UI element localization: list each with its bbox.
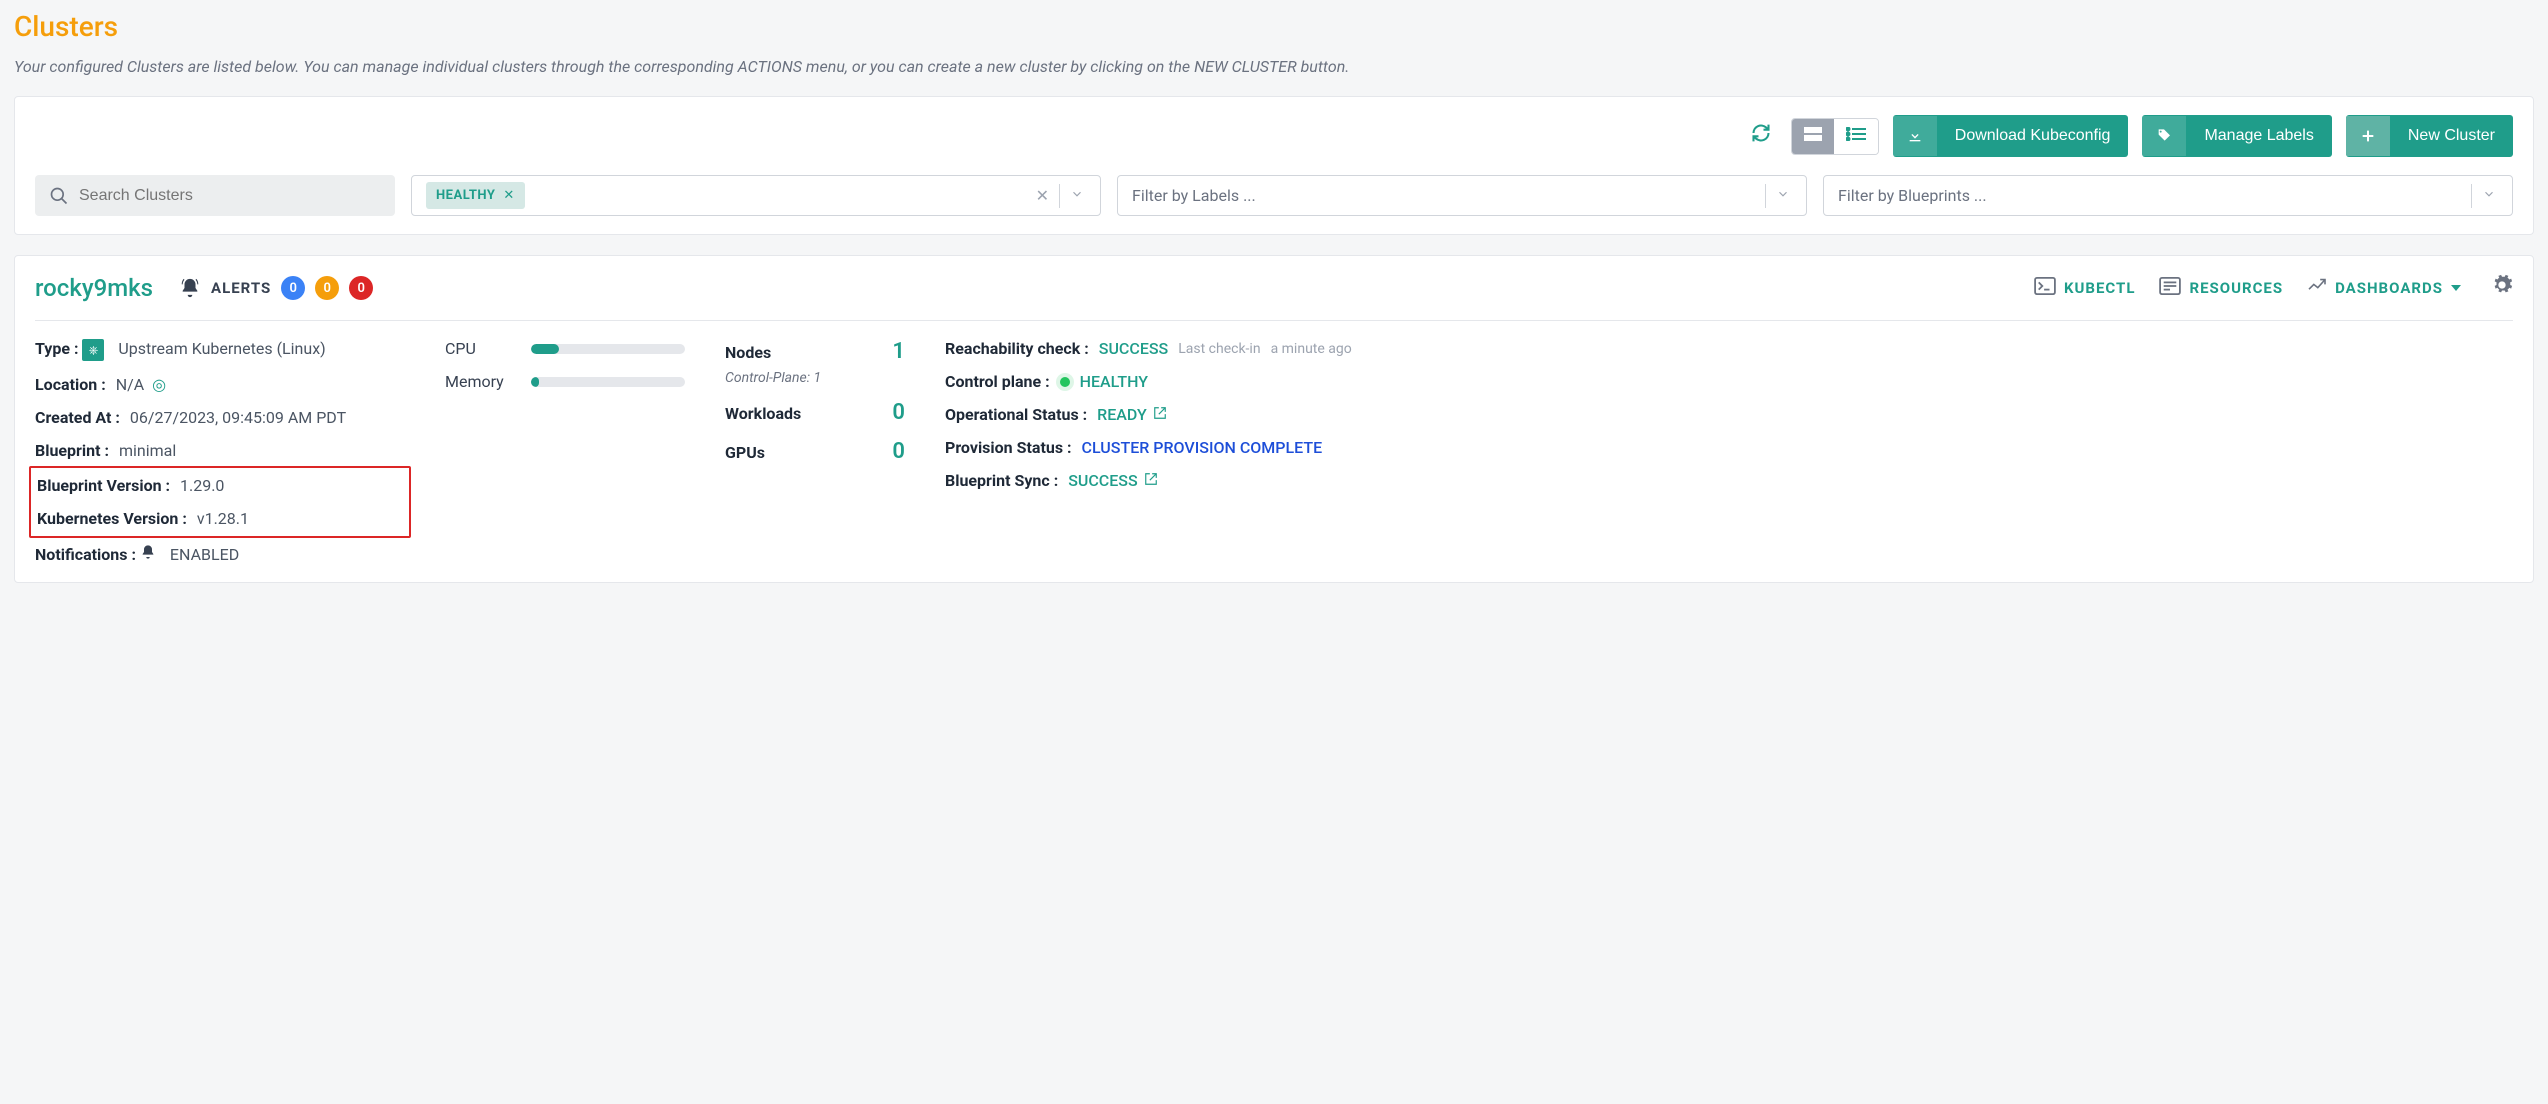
reachability-row: Reachability check : SUCCESS Last check-… <box>945 339 2513 358</box>
alerts-label: ALERTS <box>211 279 271 297</box>
blueprint-version-row: Blueprint Version : 1.29.0 <box>37 476 403 495</box>
chevron-down-icon <box>1776 187 1790 201</box>
control-plane-row: Control plane : HEALTHY <box>945 372 2513 391</box>
provision-status-row: Provision Status : CLUSTER PROVISION COM… <box>945 438 2513 457</box>
alerts-group: ALERTS 0 0 0 <box>179 276 373 300</box>
chart-icon <box>2307 278 2327 294</box>
list-box-icon <box>2159 277 2181 295</box>
page-title: Clusters <box>14 10 2534 43</box>
blueprints-filter-placeholder: Filter by Blueprints ... <box>1838 186 1987 205</box>
status-dot-icon <box>1060 377 1070 387</box>
blueprint-sync-row: Blueprint Sync : SUCCESS <box>945 471 2513 490</box>
version-highlight-box: Blueprint Version : 1.29.0 Kubernetes Ve… <box>29 466 411 538</box>
view-list-button[interactable] <box>1834 119 1878 154</box>
caret-down-icon <box>2451 283 2461 293</box>
kubectl-label: KUBECTL <box>2064 279 2135 297</box>
dashboards-link[interactable]: DASHBOARDS <box>2307 278 2461 298</box>
plus-icon <box>2360 128 2376 144</box>
cluster-header: rocky9mks ALERTS 0 0 0 KUBECTL RESOURCES… <box>35 274 2513 321</box>
terminal-icon <box>2034 277 2056 295</box>
view-card-button[interactable] <box>1792 119 1834 154</box>
search-box[interactable] <box>35 175 395 216</box>
notifications-row: Notifications : ENABLED <box>35 544 405 564</box>
labels-filter-chevron[interactable] <box>1768 186 1798 205</box>
refresh-icon <box>1751 123 1771 143</box>
k8s-version-row: Kubernetes Version : v1.28.1 <box>37 509 403 528</box>
filter-row: HEALTHY ✕ ✕ Filter by Labels ... Filter … <box>35 175 2513 216</box>
control-plane-sub: Control-Plane: 1 <box>725 370 905 386</box>
manage-labels-label: Manage Labels <box>2186 115 2331 157</box>
page-subtitle: Your configured Clusters are listed belo… <box>14 57 2534 76</box>
health-filter-chevron[interactable] <box>1062 186 1092 205</box>
location-row: Location : N/A ◎ <box>35 375 405 394</box>
download-kubeconfig-button[interactable]: Download Kubeconfig <box>1893 115 2129 157</box>
toolbar: Download Kubeconfig Manage Labels New Cl… <box>35 115 2513 157</box>
usage-column: CPU Memory <box>445 339 685 564</box>
counts-column: Nodes 1 Control-Plane: 1 Workloads 0 GPU… <box>725 339 905 564</box>
chevron-down-icon <box>2482 187 2496 201</box>
health-filter-clear[interactable]: ✕ <box>1028 186 1057 205</box>
operational-status-row: Operational Status : READY <box>945 405 2513 424</box>
blueprint-row: Blueprint : minimal <box>35 441 405 460</box>
blueprint-sync-link[interactable]: SUCCESS <box>1068 471 1157 490</box>
alerts-warn-pill[interactable]: 0 <box>315 276 339 300</box>
kubectl-link[interactable]: KUBECTL <box>2034 277 2135 299</box>
operational-status-link[interactable]: READY <box>1097 405 1167 424</box>
dashboards-label: DASHBOARDS <box>2335 279 2443 297</box>
cluster-card: rocky9mks ALERTS 0 0 0 KUBECTL RESOURCES… <box>14 255 2534 583</box>
status-column: Reachability check : SUCCESS Last check-… <box>945 339 2513 564</box>
health-filter[interactable]: HEALTHY ✕ ✕ <box>411 175 1101 216</box>
manage-labels-button[interactable]: Manage Labels <box>2142 115 2331 157</box>
tag-icon <box>2156 128 2172 144</box>
memory-row: Memory <box>445 372 685 391</box>
cluster-body: Type : ⎈ Upstream Kubernetes (Linux) Loc… <box>35 339 2513 564</box>
blueprints-filter-chevron[interactable] <box>2474 186 2504 205</box>
meta-column: Type : ⎈ Upstream Kubernetes (Linux) Loc… <box>35 339 405 564</box>
provision-status-link[interactable]: CLUSTER PROVISION COMPLETE <box>1082 438 1323 457</box>
health-chip-remove[interactable]: ✕ <box>503 188 514 203</box>
filter-card: Download Kubeconfig Manage Labels New Cl… <box>14 96 2534 235</box>
memory-bar <box>531 377 685 387</box>
gpus-row: GPUs 0 <box>725 439 905 464</box>
view-toggle <box>1791 118 1879 155</box>
refresh-button[interactable] <box>1745 117 1777 155</box>
alerts-info-pill[interactable]: 0 <box>281 276 305 300</box>
download-icon <box>1907 128 1923 144</box>
created-row: Created At : 06/27/2023, 09:45:09 AM PDT <box>35 408 405 427</box>
new-cluster-label: New Cluster <box>2390 115 2513 157</box>
bell-small-icon <box>140 545 160 564</box>
blueprints-filter[interactable]: Filter by Blueprints ... <box>1823 175 2513 216</box>
resources-link[interactable]: RESOURCES <box>2159 277 2283 299</box>
health-chip[interactable]: HEALTHY ✕ <box>426 182 525 209</box>
k8s-icon: ⎈ <box>82 339 104 361</box>
labels-filter-placeholder: Filter by Labels ... <box>1132 186 1256 205</box>
new-cluster-button[interactable]: New Cluster <box>2346 115 2513 157</box>
cluster-name-link[interactable]: rocky9mks <box>35 274 153 302</box>
chevron-down-icon <box>1070 187 1084 201</box>
view-card-icon <box>1804 127 1822 141</box>
external-link-icon <box>1144 472 1158 486</box>
alerts-error-pill[interactable]: 0 <box>349 276 373 300</box>
bell-icon <box>179 277 201 299</box>
target-icon: ◎ <box>152 375 166 394</box>
type-row: Type : ⎈ Upstream Kubernetes (Linux) <box>35 339 405 361</box>
workloads-row: Workloads 0 <box>725 400 905 425</box>
labels-filter[interactable]: Filter by Labels ... <box>1117 175 1807 216</box>
cpu-bar <box>531 344 685 354</box>
external-link-icon <box>1153 406 1167 420</box>
health-chip-label: HEALTHY <box>436 188 495 203</box>
nodes-row: Nodes 1 <box>725 339 905 364</box>
search-input[interactable] <box>79 187 381 205</box>
resources-label: RESOURCES <box>2189 279 2283 297</box>
gear-icon <box>2491 274 2513 296</box>
search-icon <box>49 186 69 206</box>
view-list-icon <box>1846 127 1866 141</box>
cpu-row: CPU <box>445 339 685 358</box>
download-kubeconfig-label: Download Kubeconfig <box>1937 115 2129 157</box>
settings-button[interactable] <box>2491 274 2513 302</box>
